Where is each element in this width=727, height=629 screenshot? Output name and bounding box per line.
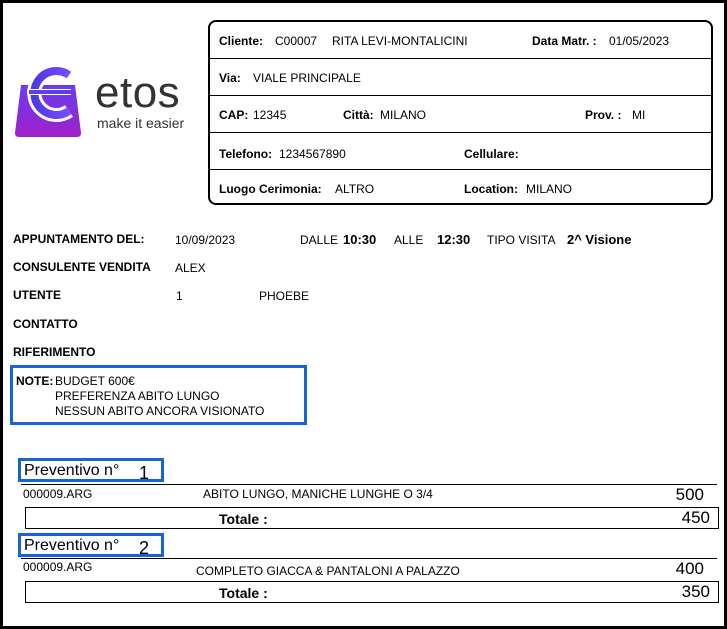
totale-row: Totale : 450 xyxy=(25,507,719,529)
preventivo-header: Preventivo n° 2 xyxy=(18,533,164,558)
citta-label: Città: xyxy=(343,108,374,122)
cellulare-label: Cellulare: xyxy=(464,147,519,161)
notes-line: PREFERENZA ABITO LUNGO xyxy=(55,389,220,403)
utente-label: UTENTE xyxy=(13,288,61,302)
item-code: 000009.ARG xyxy=(23,560,93,574)
divider-line xyxy=(21,558,717,559)
tipo-visita-value: 2^ Visione xyxy=(567,232,632,247)
preventivo-label: Preventivo n° xyxy=(24,462,120,479)
notes-label: NOTE: xyxy=(16,374,54,388)
client-row: Cliente: C00007 RITA LEVI-MONTALICINI Da… xyxy=(210,22,711,59)
provincia-value: MI xyxy=(632,108,646,122)
utente-id: 1 xyxy=(176,289,183,303)
via-value: VIALE PRINCIPALE xyxy=(253,71,361,85)
consulente-label: CONSULENTE VENDITA xyxy=(13,260,151,274)
preventivo-number: 2 xyxy=(139,538,150,558)
cerimonia-row: Luogo Cerimonia: ALTRO Location: MILANO xyxy=(210,170,711,207)
shopping-bag-logo-icon xyxy=(15,64,81,137)
location-value: MILANO xyxy=(526,182,573,196)
appuntamento-label: APPUNTAMENTO DEL: xyxy=(13,232,145,246)
preventivo-number: 1 xyxy=(139,463,150,483)
etos-logo: etos make it easier xyxy=(13,55,203,145)
client-info-box: Cliente: C00007 RITA LEVI-MONTALICINI Da… xyxy=(208,20,713,205)
citta-value: MILANO xyxy=(380,108,427,122)
preventivo-header: Preventivo n° 1 xyxy=(18,458,164,483)
item-description: COMPLETO GIACCA & PANTALONI A PALAZZO xyxy=(196,564,460,578)
telefono-label: Telefono: xyxy=(219,147,273,161)
totale-row: Totale : 350 xyxy=(25,581,719,603)
document-page: etos make it easier Cliente: C00007 RITA… xyxy=(0,0,727,629)
cap-value: 12345 xyxy=(253,108,287,122)
data-matrimonio-value: 01/05/2023 xyxy=(609,34,670,48)
preventivo-label: Preventivo n° xyxy=(24,537,120,554)
notes-line: BUDGET 600€ xyxy=(55,374,135,388)
to-time: 12:30 xyxy=(437,232,471,247)
totale-amount: 350 xyxy=(681,582,710,601)
riferimento-label: RIFERIMENTO xyxy=(13,345,96,359)
cliente-code: C00007 xyxy=(275,34,318,48)
via-label: Via: xyxy=(219,71,241,85)
location-label: Location: xyxy=(464,182,518,196)
item-amount: 500 xyxy=(675,485,704,504)
totale-label: Totale : xyxy=(219,585,268,601)
totale-amount: 450 xyxy=(681,508,710,527)
luogo-cerimonia-value: ALTRO xyxy=(335,182,375,196)
cliente-label: Cliente: xyxy=(219,34,264,48)
notes-box: NOTE: BUDGET 600€ PREFERENZA ABITO LUNGO… xyxy=(10,365,307,425)
via-row: Via: VIALE PRINCIPALE xyxy=(210,59,711,96)
brand-tagline: make it easier xyxy=(97,115,185,131)
luogo-cerimonia-label: Luogo Cerimonia: xyxy=(219,182,322,196)
appuntamento-date: 10/09/2023 xyxy=(175,233,236,247)
notes-line: NESSUN ABITO ANCORA VISIONATO xyxy=(55,404,265,418)
item-code: 000009.ARG xyxy=(23,487,93,501)
from-time: 10:30 xyxy=(343,232,377,247)
utente-name: PHOEBE xyxy=(259,289,310,303)
tipo-visita-label: TIPO VISITA xyxy=(487,233,556,247)
alle-label: ALLE xyxy=(394,233,424,247)
cliente-name: RITA LEVI-MONTALICINI xyxy=(332,34,468,48)
cap-label: CAP: xyxy=(219,108,249,122)
contatto-label: CONTATTO xyxy=(13,317,78,331)
telefono-value: 1234567890 xyxy=(279,147,346,161)
cap-row: CAP: 12345 Città: MILANO Prov. : MI xyxy=(210,96,711,133)
divider-line xyxy=(21,484,717,485)
dalle-label: DALLE xyxy=(300,233,339,247)
brand-name: etos xyxy=(95,68,181,117)
item-amount: 400 xyxy=(675,559,704,578)
data-matrimonio-label: Data Matr. : xyxy=(532,34,597,48)
item-description: ABITO LUNGO, MANICHE LUNGHE O 3/4 xyxy=(203,487,433,501)
consulente-value: ALEX xyxy=(175,261,206,275)
provincia-label: Prov. : xyxy=(585,108,622,122)
totale-label: Totale : xyxy=(219,511,268,527)
telefono-row: Telefono: 1234567890 Cellulare: xyxy=(210,133,711,170)
